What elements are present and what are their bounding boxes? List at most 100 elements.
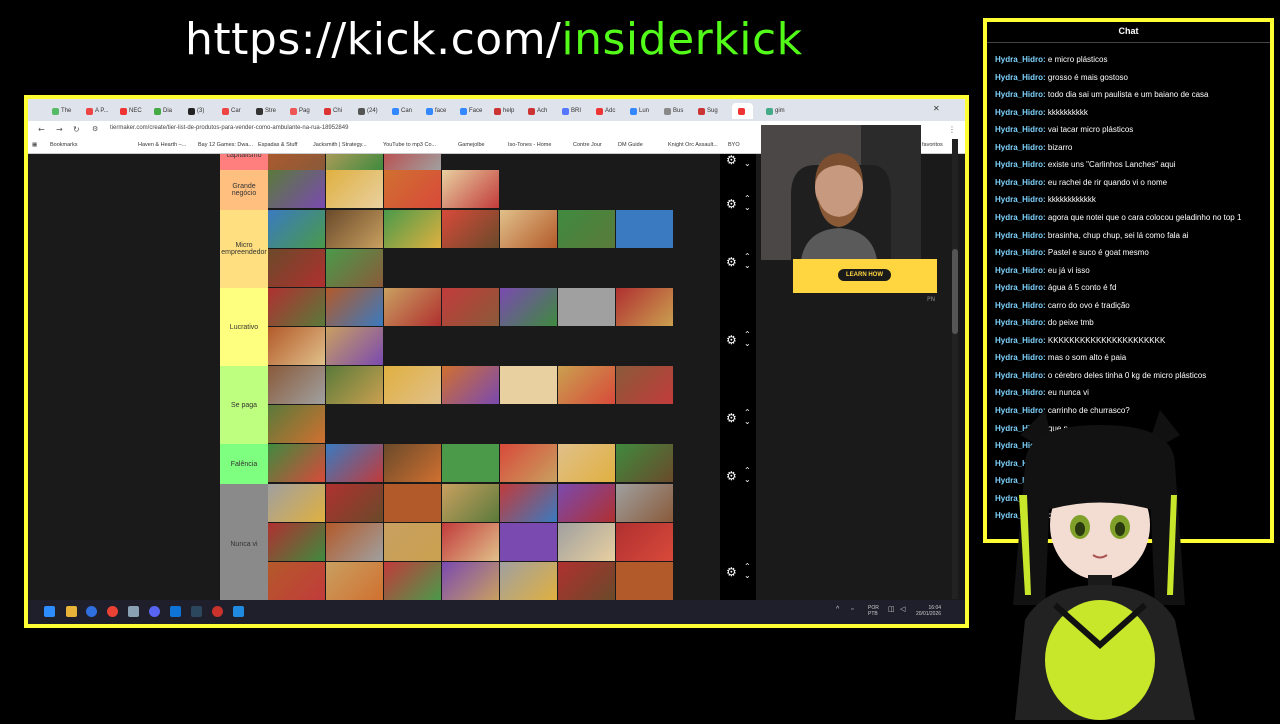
tier-item-image[interactable]: [500, 210, 557, 248]
tier-item-image[interactable]: [268, 327, 325, 365]
tier-item-image[interactable]: [442, 484, 499, 522]
bookmark-item[interactable]: Bookmarks: [50, 142, 78, 148]
tier-item-image[interactable]: [384, 484, 441, 522]
tier-item-image[interactable]: [384, 444, 441, 482]
browser-tab[interactable]: gim: [766, 103, 785, 119]
browser-tab[interactable]: (24): [358, 103, 378, 119]
tier-item-image[interactable]: [268, 444, 325, 482]
tier-item-image[interactable]: [500, 288, 557, 326]
bookmark-item[interactable]: Bay 12 Games: Dwa...: [198, 142, 253, 148]
tier-label[interactable]: Grande negócio: [220, 170, 268, 210]
tier-item-image[interactable]: [500, 444, 557, 482]
bookmark-item[interactable]: Knight Orc Assault...: [668, 142, 718, 148]
menu-icon[interactable]: ⋮: [948, 125, 956, 134]
chrome-icon[interactable]: [107, 606, 118, 617]
gear-icon[interactable]: ⚙: [726, 469, 737, 483]
url-field[interactable]: tiermaker.com/create/tier-list-de-produt…: [110, 125, 348, 131]
tier-item-image[interactable]: [384, 210, 441, 248]
chat-username[interactable]: Hydra_Hidro:: [995, 125, 1046, 134]
tier-item-image[interactable]: [384, 366, 441, 404]
browser-tab[interactable]: Chi: [324, 103, 342, 119]
browser-tab[interactable]: Stre: [256, 103, 276, 119]
notepad-icon[interactable]: [128, 606, 139, 617]
tier-label[interactable]: Nunca vi: [220, 484, 268, 600]
bookmark-item[interactable]: Contre Jour: [573, 142, 602, 148]
tier-item-image[interactable]: [616, 562, 673, 600]
network-icon[interactable]: ◫: [888, 606, 895, 613]
tier-item-image[interactable]: [268, 405, 325, 443]
tier-item-image[interactable]: [500, 366, 557, 404]
browser-tab[interactable]: face: [426, 103, 446, 119]
tier-item-image[interactable]: [558, 562, 615, 600]
tier-item-image[interactable]: [558, 523, 615, 561]
tier-item-image[interactable]: [268, 366, 325, 404]
tier-label[interactable]: Falência: [220, 444, 268, 484]
app-icon[interactable]: [233, 606, 244, 617]
tier-item-image[interactable]: [268, 484, 325, 522]
close-window-icon[interactable]: ✕: [933, 104, 940, 113]
tier-item-image[interactable]: [326, 327, 383, 365]
firefox-icon[interactable]: [86, 606, 97, 617]
browser-tab[interactable]: Ach: [528, 103, 547, 119]
tier-item-image[interactable]: [558, 366, 615, 404]
apps-icon[interactable]: ▦: [32, 142, 37, 148]
obs-icon[interactable]: [212, 606, 223, 617]
chat-username[interactable]: Hydra_Hidro:: [995, 195, 1046, 204]
chat-username[interactable]: Hydra_Hidro:: [995, 108, 1046, 117]
volume-icon[interactable]: ◁: [900, 606, 905, 613]
chat-username[interactable]: Hydra_Hidro:: [995, 178, 1046, 187]
chat-username[interactable]: Hydra_Hidro:: [995, 248, 1046, 257]
tier-label[interactable]: capitalismo: [220, 154, 268, 170]
gear-icon[interactable]: ⚙: [726, 255, 737, 269]
tier-item-image[interactable]: [500, 484, 557, 522]
browser-tab[interactable]: Dia: [154, 103, 172, 119]
tier-item-image[interactable]: [500, 523, 557, 561]
tier-label[interactable]: Se paga: [220, 366, 268, 444]
language-indicator[interactable]: POR PTB: [868, 605, 879, 617]
bookmark-item[interactable]: Haven & Hearth –...: [138, 142, 186, 148]
discord-icon[interactable]: [149, 606, 160, 617]
tier-item-image[interactable]: [442, 170, 499, 208]
gear-icon[interactable]: ⚙: [726, 154, 737, 167]
steam-icon[interactable]: [191, 606, 202, 617]
browser-tab[interactable]: Car: [222, 103, 241, 119]
browser-tab[interactable]: A P...: [86, 103, 109, 119]
chat-username[interactable]: Hydra_Hidro:: [995, 90, 1046, 99]
chat-username[interactable]: Hydra_Hidro:: [995, 336, 1046, 345]
move-row-arrows-icon[interactable]: ⌃ ⌄: [744, 252, 751, 270]
move-row-arrows-icon[interactable]: ⌃ ⌄: [744, 330, 751, 348]
bookmark-favoritos[interactable]: favoritos: [922, 142, 943, 148]
tier-item-image[interactable]: [558, 210, 615, 248]
chat-username[interactable]: Hydra_Hidro:: [995, 318, 1046, 327]
browser-tab[interactable]: Pag: [290, 103, 310, 119]
move-row-arrows-icon[interactable]: ⌃ ⌄: [744, 194, 751, 212]
tier-item-image[interactable]: [326, 154, 383, 170]
tier-item-image[interactable]: [442, 444, 499, 482]
learn-how-button[interactable]: LEARN HOW: [838, 269, 891, 281]
tier-item-image[interactable]: [558, 444, 615, 482]
tier-item-image[interactable]: [384, 562, 441, 600]
chat-username[interactable]: Hydra_Hidro:: [995, 55, 1046, 64]
browser-tab[interactable]: Lun: [630, 103, 649, 119]
browser-tab[interactable]: BRI: [562, 103, 581, 119]
browser-tab[interactable]: Sug: [698, 103, 718, 119]
forward-icon[interactable]: →: [56, 125, 63, 134]
tier-item-image[interactable]: [268, 170, 325, 208]
tier-item-image[interactable]: [616, 288, 673, 326]
tier-item-image[interactable]: [326, 523, 383, 561]
move-row-arrows-icon[interactable]: ⌃ ⌄: [744, 408, 751, 426]
page-scrollbar[interactable]: [952, 139, 958, 599]
tier-item-image[interactable]: [326, 484, 383, 522]
tier-item-image[interactable]: [500, 562, 557, 600]
clock[interactable]: 16:04 20/01/2026: [916, 605, 941, 617]
tier-item-image[interactable]: [326, 288, 383, 326]
chat-username[interactable]: Hydra_Hidro:: [995, 301, 1046, 310]
tier-item-image[interactable]: [326, 249, 383, 287]
tier-item-image[interactable]: [384, 288, 441, 326]
tier-item-image[interactable]: [268, 288, 325, 326]
gear-icon[interactable]: ⚙: [726, 197, 737, 211]
browser-tab[interactable]: help: [494, 103, 514, 119]
chat-username[interactable]: Hydra_Hidro:: [995, 371, 1046, 380]
browser-tab[interactable]: NEC: [120, 103, 142, 119]
tier-item-image[interactable]: [326, 444, 383, 482]
